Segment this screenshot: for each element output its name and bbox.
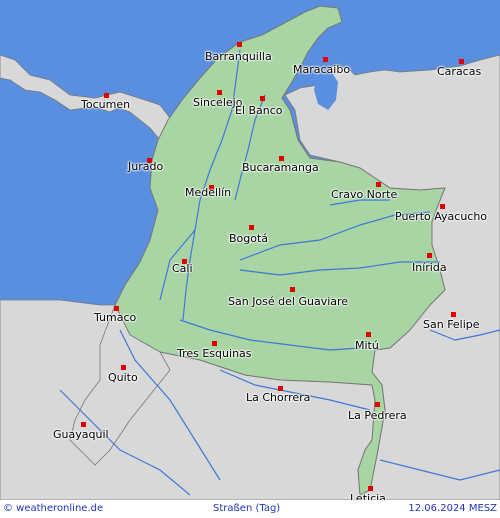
city-label: Leticia xyxy=(350,492,386,500)
city-label: Maracaibo xyxy=(293,63,351,76)
city-label: Jurado xyxy=(128,160,164,173)
city-label: San Felipe xyxy=(423,318,480,331)
city-marker[interactable] xyxy=(368,486,373,491)
city-marker[interactable] xyxy=(212,341,217,346)
city-label: Cravo Norte xyxy=(331,188,398,201)
layer-label: Straßen (Tag) xyxy=(213,503,281,514)
city-label: Caracas xyxy=(437,65,482,78)
city-label: San José del Guaviare xyxy=(228,295,349,308)
footer: © weatheronline.de Straßen (Tag) 12.06.2… xyxy=(0,500,500,518)
date-label: 12.06.2024 MESZ xyxy=(408,503,497,514)
city-marker[interactable] xyxy=(249,225,254,230)
city-marker[interactable] xyxy=(121,365,126,370)
city-marker[interactable] xyxy=(376,182,381,187)
city-label: Cali xyxy=(172,262,193,275)
map-base xyxy=(0,0,500,500)
city-label: Quito xyxy=(108,371,138,384)
city-marker[interactable] xyxy=(81,422,86,427)
city-label: El Banco xyxy=(235,104,283,117)
city-label: La Chorrera xyxy=(246,391,311,404)
city-label: Puerto Ayacucho xyxy=(395,210,488,223)
city-label: La Pedrera xyxy=(348,409,407,422)
city-marker[interactable] xyxy=(323,57,328,62)
city-label: Medellín xyxy=(185,186,232,199)
city-marker[interactable] xyxy=(427,253,432,258)
city-marker[interactable] xyxy=(366,332,371,337)
city-label: Mitú xyxy=(355,339,379,352)
city-label: Barranquilla xyxy=(205,50,272,63)
city-marker[interactable] xyxy=(217,90,222,95)
city-marker[interactable] xyxy=(290,287,295,292)
city-label: Guayaquil xyxy=(53,428,109,441)
city-label: Bucaramanga xyxy=(242,161,319,174)
city-marker[interactable] xyxy=(237,42,242,47)
city-marker[interactable] xyxy=(440,204,445,209)
city-label: Tres Esquinas xyxy=(177,347,252,360)
city-label: Bogotá xyxy=(229,232,269,245)
city-marker[interactable] xyxy=(260,96,265,101)
map-view[interactable]: Barranquilla Maracaibo Caracas Tocumen Since… xyxy=(0,0,500,500)
city-marker[interactable] xyxy=(375,402,380,407)
city-marker[interactable] xyxy=(451,312,456,317)
city-label: Tumaco xyxy=(94,311,137,324)
city-marker[interactable] xyxy=(459,59,464,64)
city-label: Tocumen xyxy=(81,98,131,111)
city-label: Inírida xyxy=(412,261,447,274)
source-link[interactable]: © weatheronline.de xyxy=(3,503,103,514)
